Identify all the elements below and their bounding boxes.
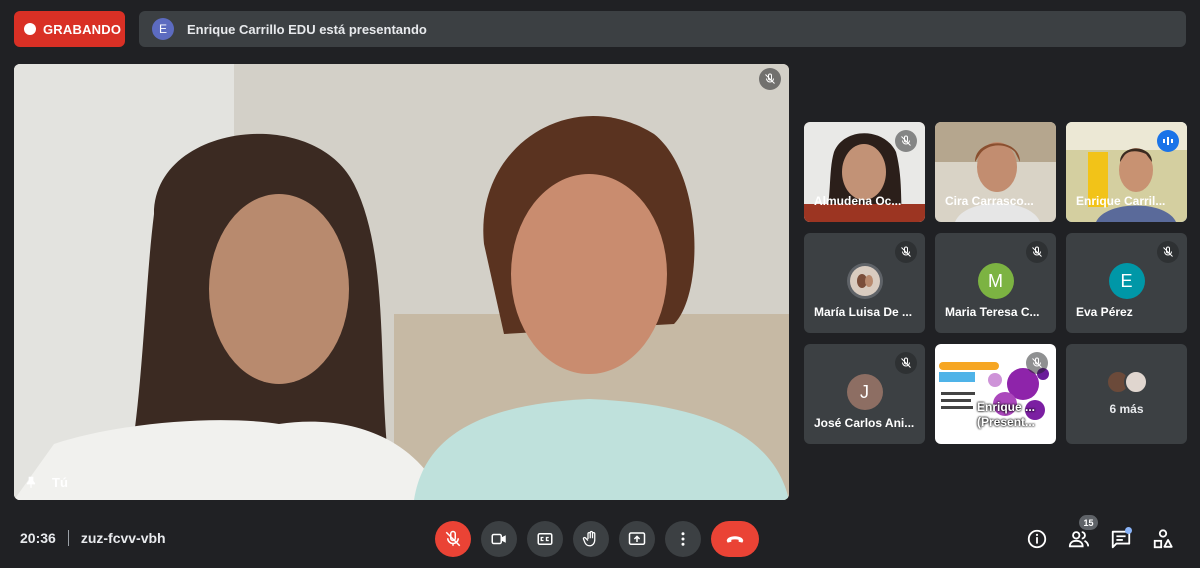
participant-photo-avatar (846, 263, 883, 299)
presenter-avatar: E (152, 18, 174, 40)
more-participants-tile[interactable]: 6 más (1066, 344, 1187, 444)
activities-button[interactable] (1150, 526, 1176, 552)
more-participants-avatars (1105, 370, 1148, 394)
participant-tile-almudena[interactable]: Almudena Oc... (804, 122, 925, 222)
tile-mic-off-icon (1026, 352, 1048, 374)
main-video-name: Tú (24, 474, 68, 490)
participant-tile-cira[interactable]: Cira Carrasco... (935, 122, 1056, 222)
participant-letter-avatar: E (1108, 263, 1145, 299)
captions-button[interactable] (527, 521, 563, 557)
mic-toggle-button[interactable] (435, 521, 471, 557)
presentation-name-line1: Enrique ... (977, 400, 1036, 414)
participant-tile-jose-carlos[interactable]: J José Carlos Ani... (804, 344, 925, 444)
meeting-info: 20:36 zuz-fcvv-vbh (20, 530, 166, 546)
participant-tile-maria-teresa[interactable]: M Maria Teresa C... (935, 233, 1056, 333)
participant-name: Maria Teresa C... (945, 305, 1040, 319)
meeting-code[interactable]: zuz-fcvv-vbh (81, 530, 166, 546)
tile-mic-off-icon (1026, 241, 1048, 263)
participant-name: María Luisa De ... (814, 305, 913, 319)
divider (67, 530, 69, 546)
raise-hand-button[interactable] (573, 521, 609, 557)
tile-mic-off-icon (895, 130, 917, 152)
participant-name: Almudena Oc... (814, 194, 902, 208)
chat-notification-dot (1125, 527, 1132, 534)
participant-tile-eva[interactable]: E Eva Pérez (1066, 233, 1187, 333)
main-video[interactable]: Tú (14, 64, 789, 500)
presentation-name: Enrique ... (Present... (977, 400, 1035, 430)
main-video-image (14, 64, 789, 500)
participant-tile-presentation[interactable]: Enrique ... (Present... (935, 344, 1056, 444)
info-icon (1027, 529, 1047, 549)
end-call-button[interactable] (711, 521, 759, 557)
participants-count-badge: 15 (1079, 515, 1098, 530)
tile-mic-off-icon (895, 241, 917, 263)
tile-mic-off-icon (895, 352, 917, 374)
more-participants-label: 6 más (1109, 402, 1144, 416)
participant-tile-maria-luisa[interactable]: María Luisa De ... (804, 233, 925, 333)
recording-dot-icon (24, 23, 36, 35)
speaking-indicator-icon (1157, 130, 1179, 152)
camera-icon (491, 533, 506, 545)
participant-name: Cira Carrasco... (945, 194, 1034, 208)
raise-hand-icon (582, 530, 596, 547)
activities-icon (1153, 529, 1173, 549)
present-now-button[interactable] (619, 521, 655, 557)
more-options-button[interactable] (665, 521, 701, 557)
captions-icon (537, 533, 553, 545)
people-icon (1068, 531, 1090, 548)
more-options-icon (681, 532, 685, 546)
camera-toggle-button[interactable] (481, 521, 517, 557)
end-call-icon (726, 536, 744, 543)
participant-letter-avatar: J (846, 374, 883, 410)
participant-name: Eva Pérez (1076, 305, 1133, 319)
recording-badge[interactable]: GRABANDO (14, 11, 125, 47)
presenting-text: Enrique Carrillo EDU está presentando (187, 21, 427, 37)
participant-letter-avatar: M (977, 263, 1014, 299)
participant-tile-enrique[interactable]: Enrique Carril... (1066, 122, 1187, 222)
presentation-name-line2: (Present... (977, 415, 1036, 429)
pin-icon (26, 476, 36, 488)
recording-label: GRABANDO (43, 21, 122, 37)
mini-avatar (1123, 370, 1148, 394)
participant-name: José Carlos Ani... (814, 416, 915, 430)
participant-name: Enrique Carril... (1076, 194, 1166, 208)
presenting-banner[interactable]: E Enrique Carrillo EDU está presentando (139, 11, 1186, 47)
mic-off-icon (445, 530, 461, 547)
meeting-time: 20:36 (20, 530, 56, 546)
main-video-name-label: Tú (52, 474, 68, 490)
meeting-details-button[interactable] (1024, 526, 1050, 552)
tile-mic-off-icon (1157, 241, 1179, 263)
main-mic-off-icon (759, 68, 781, 90)
present-icon (628, 532, 646, 545)
